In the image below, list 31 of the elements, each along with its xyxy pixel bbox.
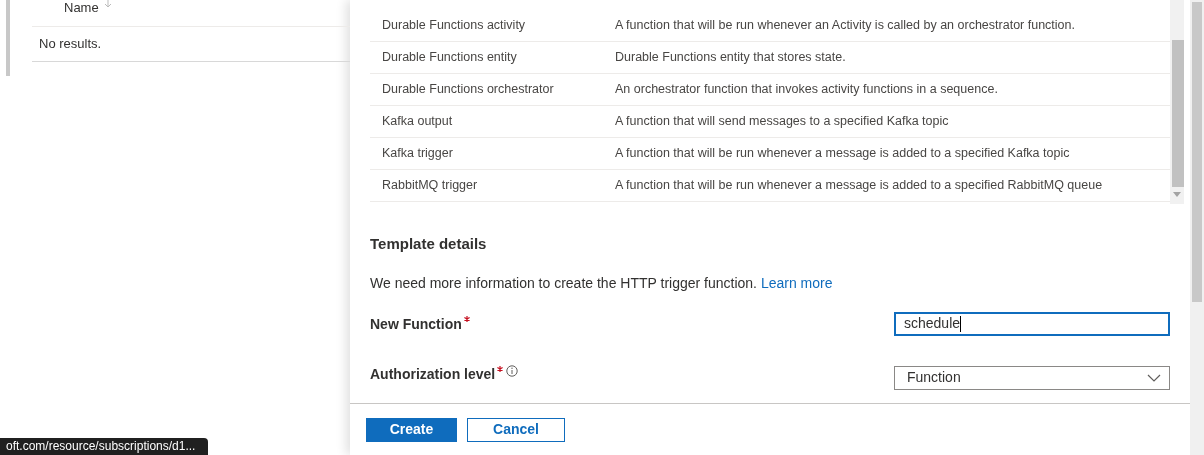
template-name[interactable]: RabbitMQ trigger: [370, 176, 615, 195]
section-heading: Template details: [370, 234, 488, 254]
cancel-button[interactable]: Cancel: [467, 417, 565, 442]
intro-text: We need more information to create the HTTP trigger function. Learn more: [370, 273, 834, 293]
template-name[interactable]: Kafka trigger: [370, 144, 615, 163]
scroll-down-icon[interactable]: [1173, 192, 1181, 198]
template-description: An orchestrator function that invokes activity functions in a sequence.: [615, 81, 998, 99]
create-button[interactable]: Create: [366, 417, 457, 442]
template-description: A function that will be run whenever a message is added to a specified Kafka topic: [615, 145, 1070, 163]
template-description: A function that will send messages to a specified Kafka topic: [615, 113, 949, 131]
function-name-input[interactable]: schedule: [894, 311, 1170, 336]
field-label: New Function: [370, 314, 462, 334]
info-icon[interactable]: [506, 364, 519, 377]
scrollbar[interactable]: [1192, 2, 1202, 302]
field-label: Authorization level: [370, 364, 496, 384]
template-description: A function that will be run whenever a message is added to a specified RabbitMQ queue: [615, 177, 1103, 195]
template-name[interactable]: Kafka output: [370, 112, 615, 131]
authorization-dropdown[interactable]: Function: [894, 365, 1170, 390]
template-description: A function that will be run whenever an Activity is called by an orchestrator function.: [615, 17, 1075, 35]
sort-icon[interactable]: [102, 0, 113, 8]
template-description: Durable Functions entity that stores state.: [615, 49, 846, 67]
scrollbar[interactable]: [1170, 0, 1184, 204]
column-header[interactable]: Name: [64, 1, 99, 15]
scrollbar[interactable]: [6, 0, 10, 76]
status-url: oft.com/resource/subscriptions/d1...: [0, 438, 208, 455]
template-name[interactable]: Durable Functions orchestrator: [370, 80, 615, 99]
chevron-down-icon: [1147, 373, 1161, 382]
empty-message: No results.: [39, 35, 102, 54]
template-name[interactable]: Durable Functions activity: [370, 16, 615, 35]
template-name[interactable]: Durable Functions entity: [370, 48, 615, 67]
learn-more-link[interactable]: Learn more: [760, 274, 833, 291]
